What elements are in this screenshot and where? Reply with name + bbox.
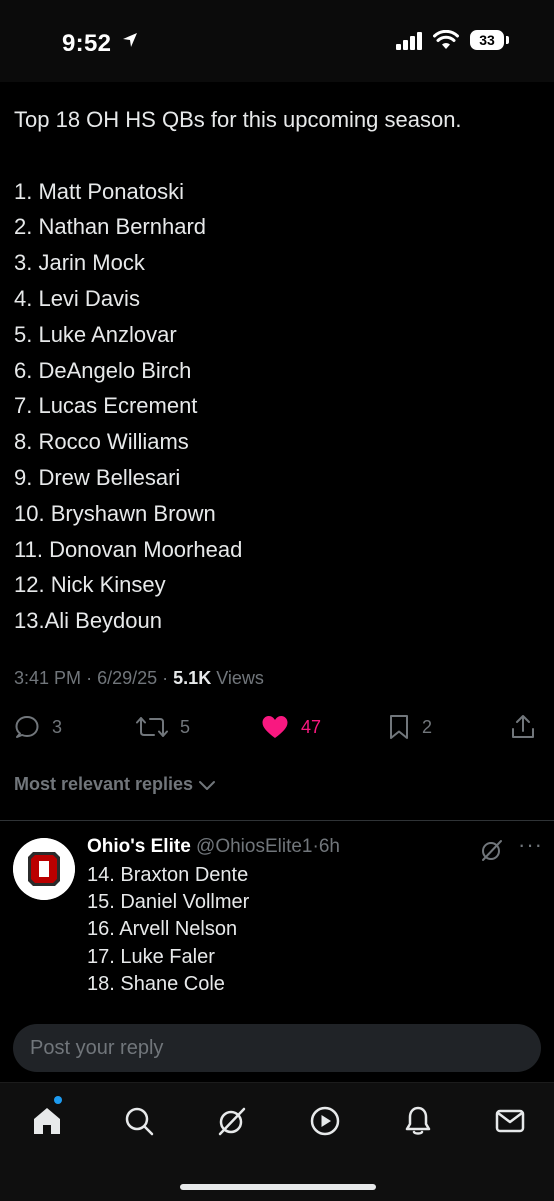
post-meta: 3:41 PM · 6/29/25 · 5.1K Views [14, 668, 264, 689]
cellular-signal-icon [396, 32, 422, 50]
list-item: 1. Matt Ponatoski [14, 178, 184, 204]
list-item: 11. Donovan Moorhead [14, 536, 243, 562]
ohio-state-logo-icon [13, 838, 75, 900]
search-icon[interactable] [123, 1105, 155, 1137]
repost-count: 5 [180, 716, 191, 737]
list-item: 8. Rocco Williams [14, 429, 189, 455]
repost-icon [136, 717, 168, 737]
replies-sort-dropdown[interactable]: Most relevant replies [14, 774, 217, 795]
share-icon [512, 715, 534, 738]
status-bar: 9:52 33 [0, 0, 554, 82]
home-notification-dot [54, 1096, 62, 1104]
list-item: 6. DeAngelo Birch [14, 357, 192, 383]
battery-indicator: 33 [470, 30, 504, 50]
messages-icon[interactable] [494, 1105, 526, 1137]
grok-icon[interactable] [216, 1105, 248, 1137]
home-indicator [180, 1184, 376, 1190]
divider [0, 820, 554, 821]
notifications-icon[interactable] [402, 1105, 434, 1137]
reply-author-name[interactable]: Ohio's Elite [87, 836, 191, 857]
list-item: 13.Ali Beydoun [14, 608, 162, 634]
reply-button[interactable]: 3 [14, 714, 62, 740]
reply-text: 14. Braxton Dente 15. Daniel Vollmer 16.… [87, 862, 249, 998]
post-intro: Top 18 OH HS QBs for this upcoming seaso… [14, 107, 462, 132]
home-icon[interactable] [31, 1105, 63, 1137]
post-text: Top 18 OH HS QBs for this upcoming seaso… [14, 102, 534, 639]
list-item: 7. Lucas Ecrement [14, 393, 198, 419]
list-item: 14. Braxton Dente [87, 864, 249, 886]
meta-separator: · [162, 668, 169, 688]
post-date: 6/29/25 [97, 668, 158, 688]
heart-filled-icon [262, 716, 288, 738]
wifi-icon [433, 30, 459, 49]
bookmark-button[interactable]: 2 [388, 714, 432, 740]
post-actions: 3 5 47 2 [0, 706, 554, 750]
status-time: 9:52 [62, 30, 112, 57]
list-item: 3. Jarin Mock [14, 250, 145, 276]
reply-time: 6h [318, 836, 340, 857]
list-item: 15. Daniel Vollmer [87, 891, 250, 914]
list-item: 4. Levi Davis [14, 285, 140, 311]
like-count: 47 [301, 716, 322, 737]
reply-icon [15, 716, 39, 738]
reply-count: 3 [52, 716, 63, 737]
video-icon[interactable] [309, 1105, 341, 1137]
meta-separator: · [86, 668, 93, 688]
reply-input[interactable]: Post your reply [13, 1024, 541, 1072]
list-item: 5. Luke Anzlovar [14, 321, 177, 347]
views-label[interactable]: Views [216, 668, 264, 688]
list-item: 2. Nathan Bernhard [14, 214, 207, 240]
reply-author-handle[interactable]: @OhiosElite1 [196, 836, 312, 857]
share-button[interactable] [510, 714, 536, 740]
repost-button[interactable]: 5 [136, 714, 190, 740]
replies-sort-label: Most relevant replies [14, 774, 194, 794]
location-arrow-icon [123, 33, 137, 47]
chevron-down-icon [199, 780, 216, 790]
bookmark-count: 2 [422, 716, 433, 737]
list-item: 18. Shane Cole [87, 972, 225, 995]
avatar[interactable] [13, 838, 75, 900]
more-options-icon[interactable]: ··· [518, 834, 543, 856]
list-item: 9. Drew Bellesari [14, 464, 181, 490]
list-item: 10. Bryshawn Brown [14, 500, 216, 526]
bookmark-icon [390, 715, 408, 739]
views-count[interactable]: 5.1K [173, 668, 211, 688]
like-button[interactable]: 47 [261, 714, 321, 740]
reply-header: Ohio's Elite @OhiosElite1·6h [87, 836, 340, 858]
reply-input-placeholder: Post your reply [30, 1037, 164, 1059]
grok-icon[interactable] [480, 838, 504, 862]
list-item: 12. Nick Kinsey [14, 572, 166, 598]
list-item: 16. Arvell Nelson [87, 918, 238, 941]
battery-tip [506, 36, 509, 44]
list-item: 17. Luke Faler [87, 945, 215, 968]
post-time: 3:41 PM [14, 668, 82, 688]
